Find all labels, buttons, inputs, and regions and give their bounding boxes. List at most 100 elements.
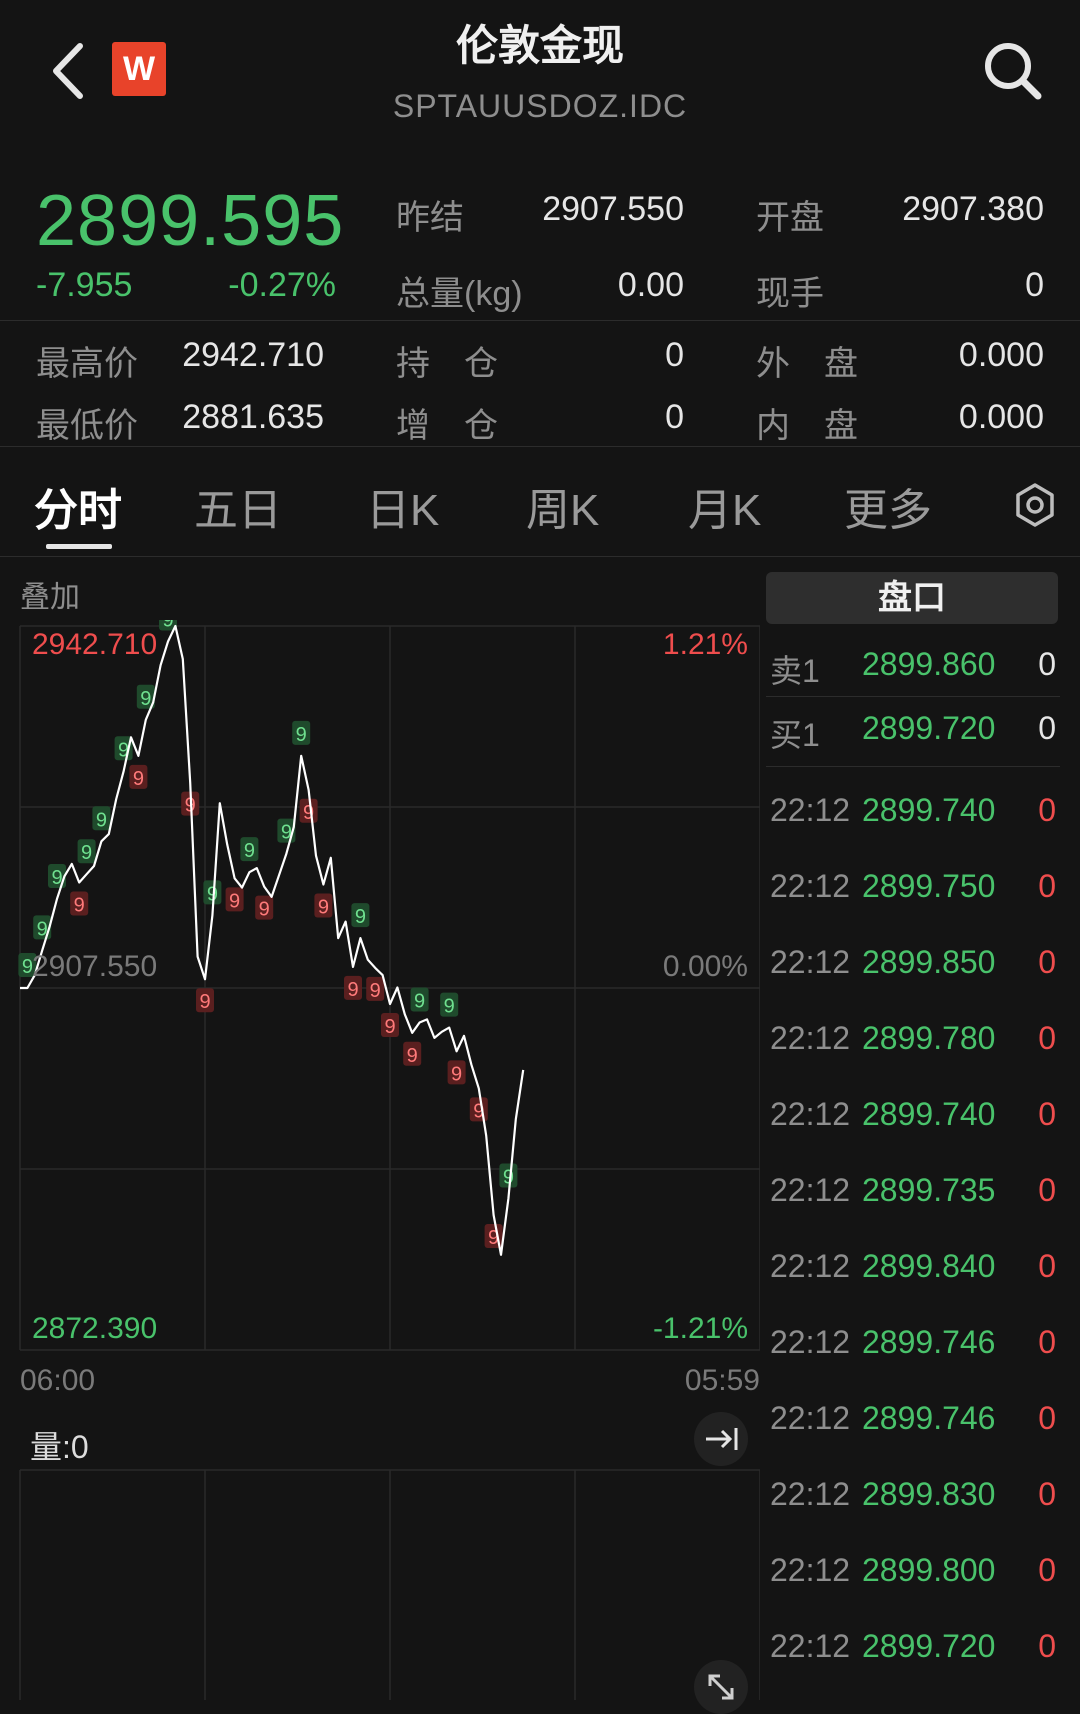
- tick-row: 22:12 2899.735 0: [770, 1158, 1060, 1228]
- pct-axis-mid-label: 0.00%: [663, 950, 748, 983]
- td-buy-marker: 9: [440, 992, 459, 1018]
- tick-qty: 0: [1038, 868, 1056, 904]
- price-change-percent: -0.27%: [228, 266, 336, 304]
- tab-daily-k[interactable]: 日K: [366, 474, 439, 538]
- td-sell-marker: 9: [366, 976, 385, 1002]
- open-interest-label: 持 仓: [396, 345, 498, 383]
- price-change: -7.955: [36, 266, 133, 304]
- svg-text:9: 9: [370, 980, 381, 1002]
- tick-price: 2899.850: [862, 944, 996, 980]
- divider: [0, 446, 1080, 447]
- tick-row: 22:12 2899.800 0: [770, 1538, 1060, 1608]
- svg-text:9: 9: [229, 890, 240, 912]
- tick-row: 22:12 2899.746 0: [770, 1386, 1060, 1456]
- high-value: 2942.710: [182, 336, 324, 374]
- ask-row: 卖1 2899.860 0: [770, 636, 1060, 696]
- intraday-chart: 99999999999999 9999999 9999 999999 2942.710…: [18, 620, 760, 1700]
- current-hand-label: 现手: [756, 275, 824, 313]
- outer-volume-label: 外 盘: [756, 345, 858, 383]
- svg-text:9: 9: [259, 899, 270, 921]
- svg-text:9: 9: [451, 1063, 462, 1085]
- inner-volume-label: 内 盘: [756, 407, 858, 445]
- prev-settle-value: 2907.550: [542, 190, 684, 228]
- tab-intraday[interactable]: 分时: [34, 474, 122, 538]
- tick-price: 2899.740: [862, 792, 996, 828]
- y-axis-max-label: 2942.710: [32, 628, 157, 661]
- bid-row: 买1 2899.720 0: [770, 700, 1060, 760]
- bid-label: 买1: [770, 717, 820, 753]
- td-buy-marker: 9: [77, 839, 96, 864]
- svg-text:9: 9: [74, 894, 85, 916]
- tick-price: 2899.735: [862, 1172, 996, 1208]
- td-buy-marker: 9: [410, 987, 429, 1012]
- tick-qty: 0: [1038, 1628, 1056, 1664]
- tick-qty: 0: [1038, 1552, 1056, 1588]
- total-volume-value: 0.00: [617, 266, 684, 304]
- tick-qty: 0: [1038, 1400, 1056, 1436]
- td-sell-marker: 9: [314, 893, 333, 919]
- td-buy-marker: 9: [240, 837, 259, 862]
- bid-price: 2899.720: [862, 710, 996, 746]
- fullscreen-icon[interactable]: [694, 1660, 748, 1714]
- tick-price: 2899.746: [862, 1324, 996, 1360]
- active-tab-indicator: [46, 544, 112, 549]
- tick-price: 2899.746: [862, 1400, 996, 1436]
- svg-text:9: 9: [133, 768, 144, 790]
- inner-volume-value: 0.000: [958, 398, 1044, 436]
- divider: [0, 320, 1080, 321]
- tab-monthly-k[interactable]: 月K: [688, 474, 761, 538]
- svg-text:9: 9: [444, 996, 455, 1018]
- volume-label: 量:0: [30, 1429, 89, 1465]
- total-volume-label: 总量(kg): [396, 275, 523, 313]
- open-value: 2907.380: [902, 190, 1044, 228]
- overlay-button[interactable]: 叠加: [20, 572, 80, 616]
- low-label: 最低价: [36, 407, 138, 445]
- tick-price: 2899.830: [862, 1476, 996, 1512]
- svg-text:9: 9: [244, 840, 255, 862]
- tick-price: 2899.800: [862, 1552, 996, 1588]
- outer-volume-value: 0.000: [958, 336, 1044, 374]
- instrument-code: SPTAUUSDOZ.IDC: [392, 88, 688, 124]
- tab-more[interactable]: 更多: [844, 474, 932, 538]
- tab-weekly-k[interactable]: 周K: [526, 474, 599, 538]
- oi-change-label: 增 仓: [396, 407, 498, 445]
- td-sell-marker: 9: [403, 1041, 422, 1067]
- svg-text:9: 9: [81, 842, 92, 864]
- tick-row: 22:12 2899.720 0: [770, 1614, 1060, 1684]
- tick-time: 22:12: [770, 1628, 851, 1664]
- tick-qty: 0: [1038, 792, 1056, 828]
- search-icon[interactable]: [980, 38, 1046, 104]
- tick-time: 22:12: [770, 868, 851, 904]
- price-line: [20, 624, 525, 1256]
- td-sell-marker: 9: [225, 887, 244, 912]
- svg-text:9: 9: [347, 979, 358, 1001]
- ask-label: 卖1: [770, 653, 820, 689]
- tick-qty: 0: [1038, 944, 1056, 980]
- td-sell-marker: 9: [255, 895, 274, 921]
- tick-time: 22:12: [770, 1476, 851, 1512]
- tick-price: 2899.750: [862, 868, 996, 904]
- collapse-panel-icon[interactable]: [694, 1412, 748, 1466]
- tick-price: 2899.740: [862, 1096, 996, 1132]
- order-book-tab[interactable]: 盘口: [766, 572, 1058, 624]
- td-sell-marker: 9: [447, 1060, 466, 1085]
- tick-qty: 0: [1038, 1096, 1056, 1132]
- last-price: 2899.595: [36, 181, 345, 261]
- tick-row: 22:12 2899.746 0: [770, 1310, 1060, 1380]
- high-label: 最高价: [36, 345, 138, 383]
- open-label: 开盘: [756, 199, 824, 237]
- tick-time: 22:12: [770, 792, 851, 828]
- bid-qty: 0: [1038, 710, 1056, 746]
- tab-five-day[interactable]: 五日: [194, 474, 282, 538]
- td-sell-marker: 9: [469, 1097, 488, 1122]
- td-sell-marker: 9: [299, 798, 318, 824]
- y-axis-min-label: 2872.390: [32, 1312, 157, 1345]
- pct-axis-max-label: 1.21%: [663, 628, 748, 661]
- page-title: 伦敦金现: [455, 22, 624, 69]
- x-axis-end-label: 05:59: [685, 1364, 760, 1397]
- tick-qty: 0: [1038, 1476, 1056, 1512]
- open-interest-value: 0: [665, 336, 684, 374]
- settings-icon[interactable]: [1012, 482, 1058, 528]
- tick-qty: 0: [1038, 1248, 1056, 1284]
- current-hand-value: 0: [1025, 266, 1044, 304]
